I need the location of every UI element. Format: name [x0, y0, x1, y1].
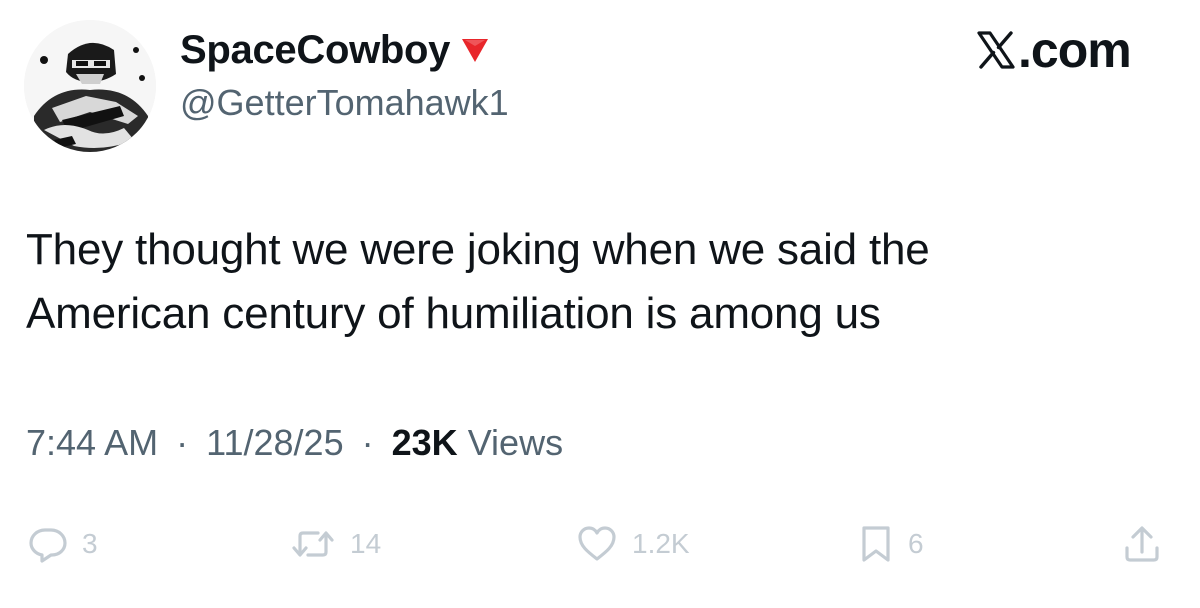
tweet-date[interactable]: 11/28/25: [206, 422, 343, 463]
red-triangle-icon: [460, 36, 490, 64]
author-handle[interactable]: @GetterTomahawk1: [180, 82, 509, 124]
action-bar: 3 14 1.2K 6: [0, 512, 1200, 576]
views-count: 23K: [391, 422, 458, 463]
tweet-text: They thought we were joking when we said…: [26, 218, 1166, 346]
heart-icon: [578, 526, 616, 561]
meta-separator: ·: [361, 422, 374, 463]
like-count: 1.2K: [632, 528, 690, 559]
repost-icon: [292, 531, 334, 557]
share-button[interactable]: [1122, 512, 1162, 576]
tweet-text-line: They thought we were joking when we said…: [26, 225, 930, 274]
bookmark-button[interactable]: 6: [858, 512, 924, 576]
avatar[interactable]: [24, 20, 156, 152]
repost-button[interactable]: 14: [290, 512, 381, 576]
author-name-row: SpaceCowboy: [180, 26, 490, 74]
x-com-logo: .com: [976, 22, 1132, 78]
reply-icon: [29, 528, 67, 563]
reply-button[interactable]: 3: [28, 512, 98, 576]
tweet-text-line: American century of humiliation is among…: [26, 289, 881, 338]
x-logo-icon: [976, 30, 1016, 70]
share-icon: [1125, 526, 1159, 562]
like-button[interactable]: 1.2K: [576, 512, 690, 576]
reply-count: 3: [82, 528, 98, 559]
tweet-card: SpaceCowboy @GetterTomahawk1 .com They t…: [0, 0, 1200, 608]
repost-count: 14: [350, 528, 382, 559]
avatar-image: [24, 20, 156, 152]
meta-separator: ·: [176, 422, 189, 463]
bookmark-count: 6: [908, 528, 924, 559]
tweet-meta: 7:44 AM · 11/28/25 · 23K Views: [26, 422, 563, 464]
bookmark-icon: [862, 526, 890, 562]
tweet-time[interactable]: 7:44 AM: [26, 422, 158, 463]
logo-domain-text: .com: [1018, 22, 1132, 78]
views-label: Views: [467, 422, 564, 463]
display-name[interactable]: SpaceCowboy: [180, 28, 450, 73]
